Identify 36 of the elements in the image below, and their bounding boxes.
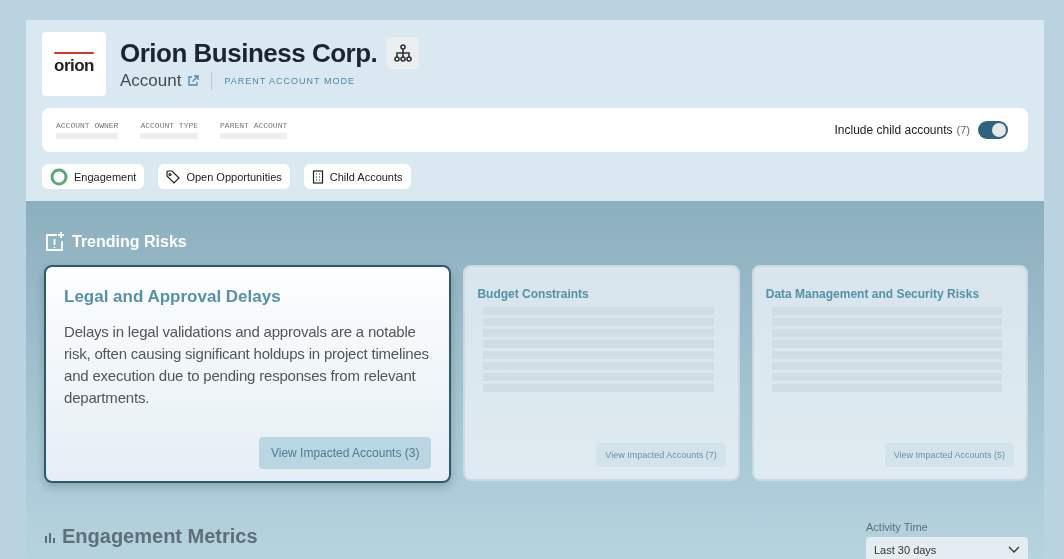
field-label: ACCOUNT TYPE (140, 121, 199, 130)
risk-card[interactable]: Budget Constraints View Impacted Accounts (7) (463, 265, 740, 481)
alert-sparkle-icon (44, 231, 66, 253)
risk-title: Data Management and Security Risks (765, 287, 981, 301)
risk-title: Budget Constraints (477, 287, 590, 301)
chip-button[interactable]: Open Opportunities (158, 164, 290, 189)
section-title: Trending Risks (72, 233, 187, 251)
include-child-label: Include child accounts (834, 123, 953, 137)
hierarchy-icon (393, 43, 414, 63)
field-label: PARENT ACCOUNT (220, 121, 288, 130)
account-type: Account (120, 71, 182, 91)
risk-card[interactable] (44, 265, 452, 483)
chip-button[interactable]: Engagement (42, 164, 145, 189)
mode-label: PARENT ACCOUNT MODE (224, 76, 355, 86)
child-count: (7) (956, 124, 970, 136)
section-title: Engagement Metrics (62, 525, 258, 548)
ring-icon (50, 167, 68, 186)
filter-label: Activity Time (866, 521, 929, 533)
hierarchy-button[interactable] (387, 37, 420, 69)
view-impacted-button[interactable]: View Impacted Accounts (5) (884, 443, 1014, 467)
tag-icon (166, 169, 181, 184)
risk-description: Delays in legal validations and approvals are a notable risk, often causing significant holdups in project timelines and execution due to pending responses from relevant departments. (64, 322, 430, 408)
risk-title: Legal and Approval Delays (64, 287, 282, 307)
bar-chart-icon (44, 530, 56, 543)
external-link-icon[interactable] (187, 75, 200, 87)
activity-time-dropdown[interactable]: Last 30 days (866, 537, 1028, 559)
risk-card[interactable]: Data Management and Security Risks View Impacted Accounts (5) (751, 265, 1028, 481)
view-impacted-button[interactable]: View Impacted Accounts (3) (258, 437, 432, 469)
chip-button[interactable]: Child Accounts (303, 164, 411, 189)
chevron-down-icon (1008, 546, 1020, 554)
building-icon (311, 169, 324, 184)
company-logo: orion (42, 32, 106, 96)
toggle-switch[interactable] (978, 121, 1008, 139)
field-label: ACCOUNT OWNER (56, 121, 119, 130)
account-name: Orion Business Corp. (120, 37, 378, 69)
view-impacted-button[interactable]: View Impacted Accounts (7) (596, 443, 726, 467)
